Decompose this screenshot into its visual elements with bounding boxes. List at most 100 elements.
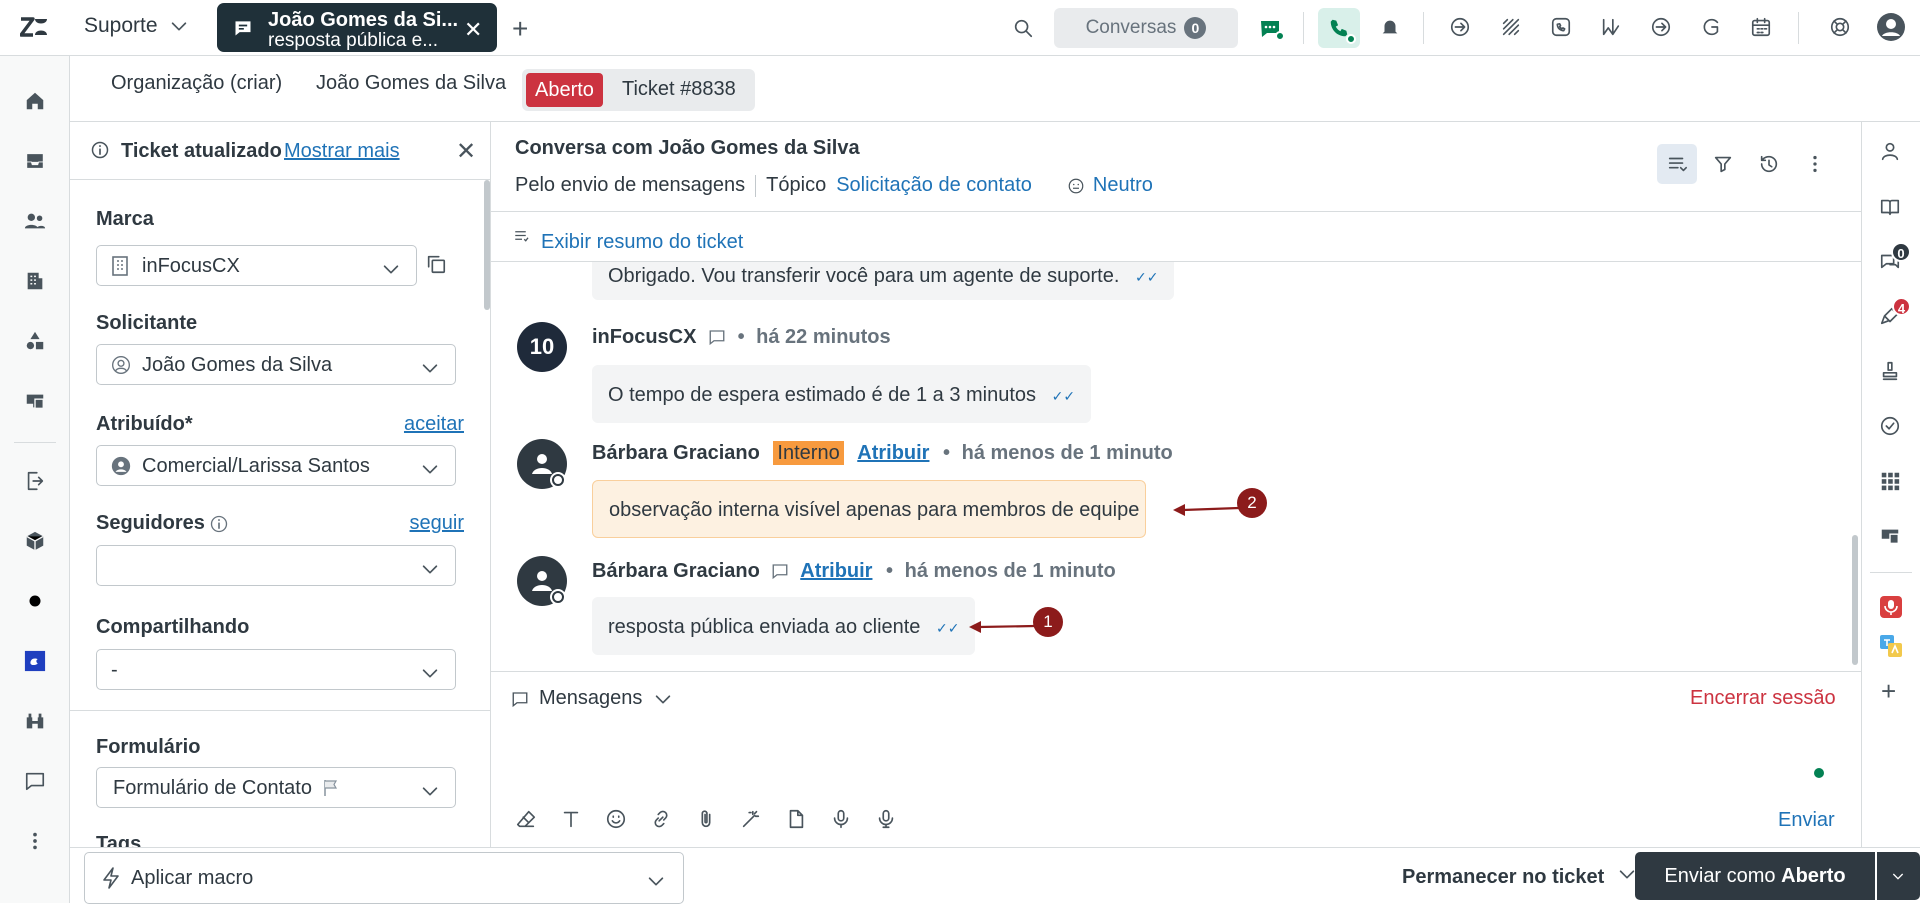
assign-link[interactable]: Atribuir: [800, 560, 872, 582]
info-icon[interactable]: [209, 514, 229, 534]
link-icon[interactable]: [650, 808, 672, 830]
message-bubble: Obrigado. Vou transferir você para um ag…: [592, 262, 1175, 300]
apply-macro-select[interactable]: Aplicar macro: [84, 852, 684, 904]
whatsapp-icon[interactable]: [1550, 16, 1572, 38]
text-format-icon[interactable]: [560, 808, 582, 830]
attachment-icon[interactable]: [695, 808, 717, 830]
alert-count-badge: 4: [1892, 297, 1911, 316]
app-red-mic-icon[interactable]: [1879, 595, 1903, 619]
knowledge-book-icon[interactable]: [1879, 196, 1901, 218]
assign-link[interactable]: Atribuir: [857, 442, 929, 464]
scrollbar[interactable]: [1852, 535, 1858, 665]
add-app-button[interactable]: +: [1881, 676, 1896, 707]
user-avatar-icon[interactable]: [1877, 13, 1905, 41]
requester-select[interactable]: João Gomes da Silva: [96, 344, 456, 385]
app-stripes-icon[interactable]: [1500, 16, 1522, 38]
messaging-status-icon[interactable]: [1258, 16, 1285, 41]
document-icon[interactable]: [785, 808, 807, 830]
app-w-icon[interactable]: [1600, 16, 1622, 38]
channel-label: Mensagens: [539, 687, 643, 709]
app-g-icon[interactable]: [1700, 16, 1722, 38]
sentiment-link[interactable]: Neutro: [1093, 174, 1153, 197]
app-blue-square-icon[interactable]: [24, 650, 46, 672]
send-button[interactable]: Enviar: [1778, 809, 1835, 832]
chat-bubble-icon: [512, 691, 528, 707]
conversation-tools: [1657, 144, 1835, 184]
zendesk-logo-icon[interactable]: [20, 15, 48, 39]
active-ticket-tab[interactable]: João Gomes da Si... resposta pública e..…: [217, 3, 497, 52]
requester-tab[interactable]: João Gomes da Silva: [316, 72, 506, 95]
apps-rail-icon[interactable]: 4: [1879, 297, 1911, 327]
organization-tab[interactable]: Organização (criar): [111, 72, 282, 95]
channel-selector[interactable]: Mensagens: [511, 687, 674, 710]
events-filter-list-button[interactable]: [1657, 144, 1697, 184]
organizations-icon[interactable]: [24, 270, 46, 292]
apps-grid-icon[interactable]: [1879, 470, 1901, 492]
copy-icon[interactable]: [425, 253, 447, 275]
assignee-select[interactable]: Comercial/Larissa Santos: [96, 445, 456, 486]
search-icon[interactable]: [1012, 17, 1034, 39]
product-switcher[interactable]: Suporte: [84, 14, 190, 38]
app-dot-icon[interactable]: [24, 590, 46, 612]
check-circle-icon[interactable]: [1879, 415, 1901, 437]
show-summary-link[interactable]: Exibir resumo do ticket: [541, 231, 743, 254]
sharing-select[interactable]: -: [96, 649, 456, 690]
chevron-down-icon: [383, 265, 399, 274]
more-apps-icon[interactable]: [24, 830, 46, 852]
stamp-icon[interactable]: [1879, 360, 1901, 382]
stay-on-ticket-select[interactable]: Permanecer no ticket: [1402, 863, 1638, 889]
app-translate-icon[interactable]: [1879, 634, 1903, 658]
microphone-alt-icon[interactable]: [875, 808, 897, 830]
end-session-button[interactable]: Encerrar sessão: [1690, 687, 1836, 710]
form-select[interactable]: Formulário de Contato: [96, 767, 456, 808]
home-icon[interactable]: [24, 90, 46, 112]
scrollbar[interactable]: [484, 180, 490, 310]
ticket-tab[interactable]: Aberto Ticket #8838: [522, 69, 755, 111]
app-arrow-circle-icon[interactable]: [1650, 16, 1672, 38]
composer: Mensagens Encerrar sessão Enviar: [491, 671, 1861, 847]
calendar-icon[interactable]: [1750, 16, 1772, 38]
show-more-link[interactable]: Mostrar mais: [284, 140, 400, 163]
notifications-bell-icon[interactable]: [1379, 16, 1401, 38]
views-inbox-icon[interactable]: [24, 150, 46, 172]
sharing-label: Compartilhando: [96, 616, 250, 638]
phone-button[interactable]: [1318, 8, 1360, 48]
microphone-icon[interactable]: [830, 808, 852, 830]
submit-options-button[interactable]: [1877, 852, 1920, 900]
app-login-icon[interactable]: [24, 470, 46, 492]
brand-select[interactable]: inFocusCX: [96, 245, 417, 286]
topic-label: Tópico: [766, 174, 827, 196]
store-icon[interactable]: [1879, 525, 1901, 547]
close-tab-icon[interactable]: ✕: [464, 17, 482, 43]
history-button[interactable]: [1749, 144, 1789, 184]
submit-as-open-button[interactable]: Enviar como Aberto: [1635, 852, 1875, 900]
eraser-icon[interactable]: [515, 808, 537, 830]
followers-label: Seguidores: [96, 512, 205, 534]
help-lifebuoy-icon[interactable]: [1829, 16, 1851, 38]
followers-select[interactable]: [96, 545, 456, 586]
app-transfer-icon[interactable]: [1449, 16, 1471, 38]
conversations-rail-icon[interactable]: 0: [1879, 242, 1911, 272]
neutral-face-icon: [1068, 178, 1084, 193]
app-chat-icon[interactable]: [24, 770, 46, 792]
customers-icon[interactable]: [24, 210, 46, 232]
section-divider: [70, 710, 490, 711]
shapes-icon[interactable]: [24, 330, 46, 352]
emoji-icon[interactable]: [605, 808, 627, 830]
requester-value: João Gomes da Silva: [142, 354, 333, 376]
more-options-button[interactable]: [1795, 144, 1835, 184]
app-cube-icon[interactable]: [24, 530, 46, 552]
message-input[interactable]: [511, 732, 1831, 792]
chevron-down-icon: [422, 565, 438, 574]
app-binoculars-icon[interactable]: [24, 710, 46, 732]
admin-store-icon[interactable]: [24, 390, 46, 412]
topic-value-link[interactable]: Solicitação de contato: [836, 174, 1032, 197]
accept-link[interactable]: aceitar: [404, 413, 464, 436]
follow-link[interactable]: seguir: [410, 512, 464, 535]
filter-button[interactable]: [1703, 144, 1743, 184]
customer-context-icon[interactable]: [1879, 140, 1901, 162]
magic-wand-icon[interactable]: [740, 808, 762, 830]
conversations-button[interactable]: Conversas 0: [1054, 8, 1238, 48]
add-tab-button[interactable]: +: [512, 13, 528, 45]
close-notice-icon[interactable]: ✕: [456, 137, 476, 166]
